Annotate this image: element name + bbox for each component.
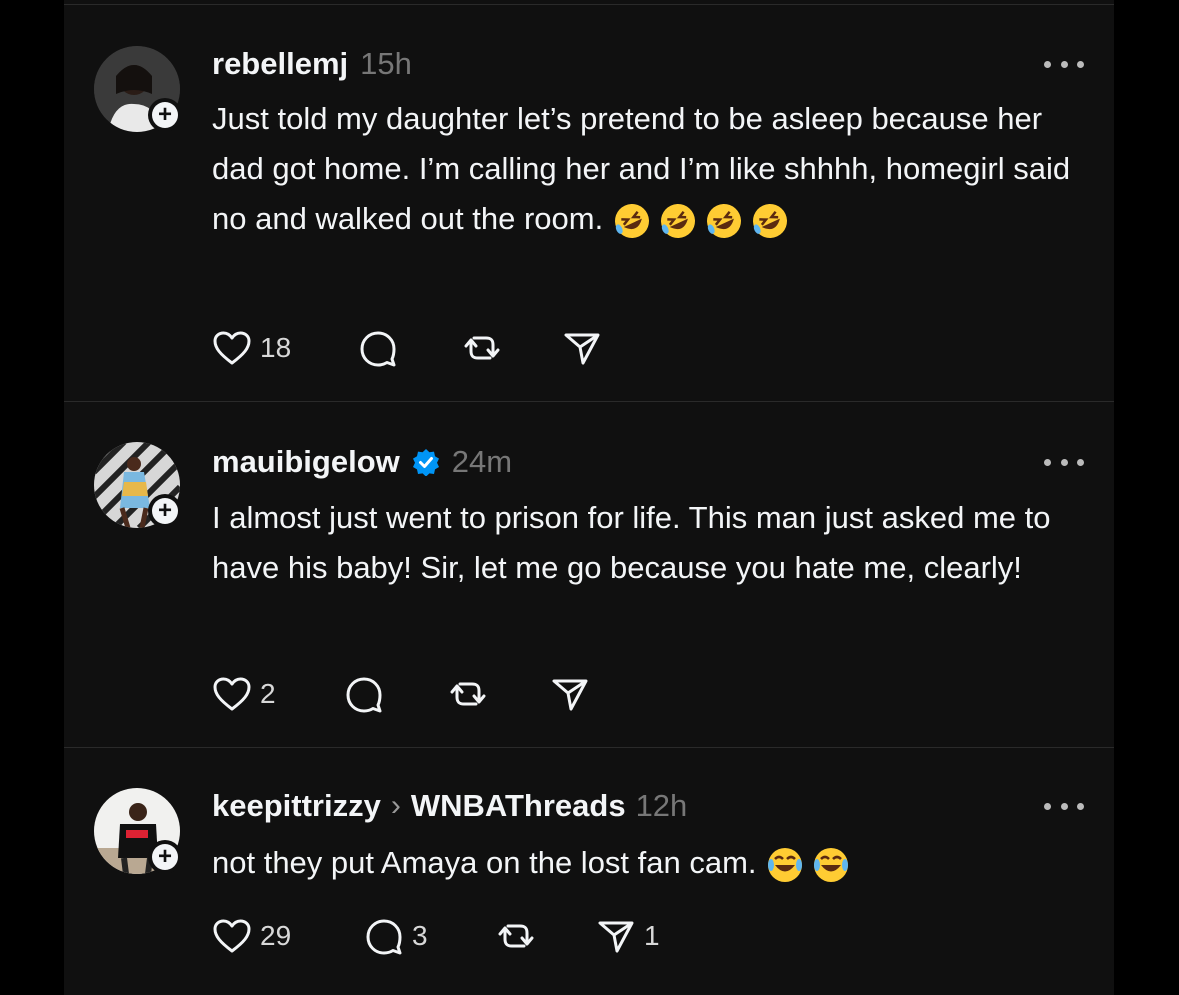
post-header: keepittrizzy › WNBAThreads 12h xyxy=(212,786,687,826)
post-header: mauibigelow 24m xyxy=(212,442,512,482)
post-text: I almost just went to prison for life. T… xyxy=(212,493,1092,593)
repost-icon xyxy=(498,924,534,948)
avatar-container[interactable]: + xyxy=(94,442,182,530)
chevron-right-icon: › xyxy=(390,789,401,822)
plus-icon: + xyxy=(152,498,178,524)
face-with-tears-of-joy-emoji xyxy=(765,845,857,882)
share-button[interactable]: 1 xyxy=(596,916,660,956)
timestamp: 15h xyxy=(360,46,412,81)
rolling-on-floor-laughing-emoji xyxy=(612,201,796,238)
verified-badge-icon xyxy=(412,449,439,476)
share-button[interactable] xyxy=(550,674,598,714)
post-rebellemj[interactable]: + rebellemj 15h Just told my daughter le… xyxy=(64,0,1114,402)
username[interactable]: keepittrizzy xyxy=(212,788,381,824)
post-body: I almost just went to prison for life. T… xyxy=(212,500,1051,585)
timestamp: 12h xyxy=(635,788,688,823)
repost-button[interactable] xyxy=(496,916,596,956)
like-button[interactable]: 29 xyxy=(212,918,364,954)
avatar-container[interactable]: + xyxy=(94,46,182,134)
follow-button[interactable]: + xyxy=(148,98,182,132)
send-icon xyxy=(552,679,588,711)
reply-count: 3 xyxy=(412,920,428,951)
avatar-container[interactable]: + xyxy=(94,788,182,876)
action-bar: 18 xyxy=(212,328,610,368)
action-bar: 29 3 1 xyxy=(212,916,660,956)
comment-icon xyxy=(346,677,382,713)
more-icon[interactable] xyxy=(1044,54,1084,74)
like-button[interactable]: 2 xyxy=(212,676,344,712)
follow-button[interactable]: + xyxy=(148,840,182,874)
share-count: 1 xyxy=(644,920,660,951)
post-header: rebellemj 15h xyxy=(212,44,412,84)
reply-button[interactable] xyxy=(358,328,462,368)
like-count: 2 xyxy=(260,678,276,709)
heart-icon xyxy=(213,919,251,953)
send-icon xyxy=(564,333,600,365)
username[interactable]: mauibigelow xyxy=(212,444,400,480)
more-icon[interactable] xyxy=(1044,452,1084,472)
repost-button[interactable] xyxy=(462,328,562,368)
repost-button[interactable] xyxy=(448,674,550,714)
plus-icon: + xyxy=(152,844,178,870)
action-bar: 2 xyxy=(212,674,598,714)
post-mauibigelow[interactable]: + mauibigelow 24m I almost just went to … xyxy=(64,402,1114,748)
post-body: not they put Amaya on the lost fan cam. xyxy=(212,845,757,880)
plus-icon: + xyxy=(152,102,178,128)
send-icon xyxy=(598,921,634,953)
username[interactable]: rebellemj xyxy=(212,46,348,82)
reply-button[interactable]: 3 xyxy=(364,916,496,956)
post-text: Just told my daughter let’s pretend to b… xyxy=(212,94,1092,244)
more-icon[interactable] xyxy=(1044,796,1084,816)
post-text: not they put Amaya on the lost fan cam. xyxy=(212,838,1092,888)
comment-icon xyxy=(366,919,402,955)
like-count: 18 xyxy=(260,332,292,363)
repost-icon xyxy=(464,336,500,360)
timestamp: 24m xyxy=(451,444,513,479)
like-button[interactable]: 18 xyxy=(212,330,358,366)
follow-button[interactable]: + xyxy=(148,494,182,528)
heart-icon xyxy=(213,677,251,711)
share-button[interactable] xyxy=(562,328,610,368)
heart-icon xyxy=(213,331,251,365)
reply-to-username[interactable]: WNBAThreads xyxy=(411,788,626,824)
reply-button[interactable] xyxy=(344,674,448,714)
comment-icon xyxy=(360,331,396,367)
threads-feed: + rebellemj 15h Just told my daughter le… xyxy=(64,0,1114,995)
like-count: 29 xyxy=(260,920,292,951)
repost-icon xyxy=(450,682,486,706)
post-keepittrizzy[interactable]: + keepittrizzy › WNBAThreads 12h not the… xyxy=(64,748,1114,995)
